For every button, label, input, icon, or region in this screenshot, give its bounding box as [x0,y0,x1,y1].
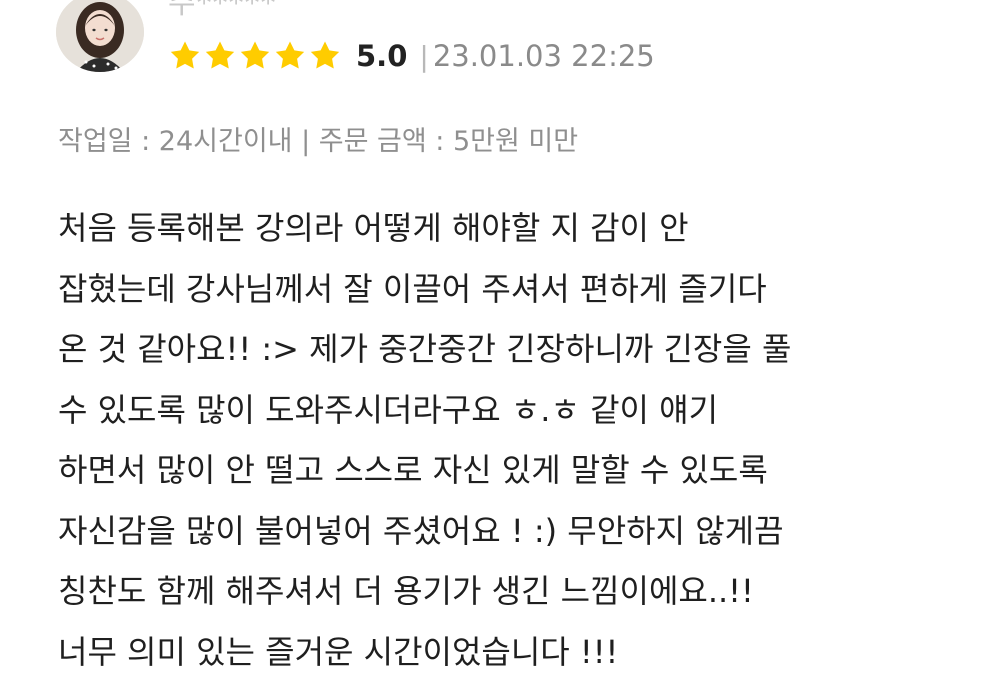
star-icon [205,41,235,69]
review-line: 처음 등록해본 강의라 어떻게 해야할 지 감이 안 [58,209,689,247]
review-line: 너무 의미 있는 즐거운 시간이었습니다 !!! [58,632,619,671]
review-line: 수 있도록 많이 도와주시더라구요 ㅎ.ㅎ 같이 얘기 [58,390,719,429]
reviewer-name: 주***** [168,0,277,21]
rating-divider: | [419,39,429,73]
review-date: 23.01.03 22:25 [432,39,655,73]
star-icon [275,41,305,69]
star-icon [170,41,200,69]
review-line: 칭찬도 함께 해주셔서 더 용기가 생긴 느낌이에요..!! [58,572,754,610]
review-card: 주***** 5.0 | 23.01.03 22:25 작업일 : 24시간이내… [0,0,1000,691]
review-text: 처음 등록해본 강의라 어떻게 해야할 지 감이 안 잡혔는데 강사님께서 잘 … [58,198,978,682]
avatar[interactable] [56,0,144,72]
review-line: 자신감을 많이 불어넣어 주셨어요 ! :) 무안하지 않게끔 [58,511,784,550]
review-line: 하면서 많이 안 떨고 스스로 자신 있게 말할 수 있도록 [58,451,768,489]
review-line: 잡혔는데 강사님께서 잘 이끌어 주셔서 편하게 즐기다 [58,269,767,308]
review-line: 온 것 같아요!! :> 제가 중간중간 긴장하니까 긴장을 풀 [58,330,792,368]
order-meta: 작업일 : 24시간이내 | 주문 금액 : 5만원 미만 [58,126,579,157]
star-icon [240,41,270,69]
rating-score: 5.0 [356,39,408,73]
star-icon [310,41,340,69]
rating-row: 5.0 | 23.01.03 22:25 [168,36,655,76]
star-rating [168,39,342,73]
user-avatar-photo-icon [56,0,144,72]
